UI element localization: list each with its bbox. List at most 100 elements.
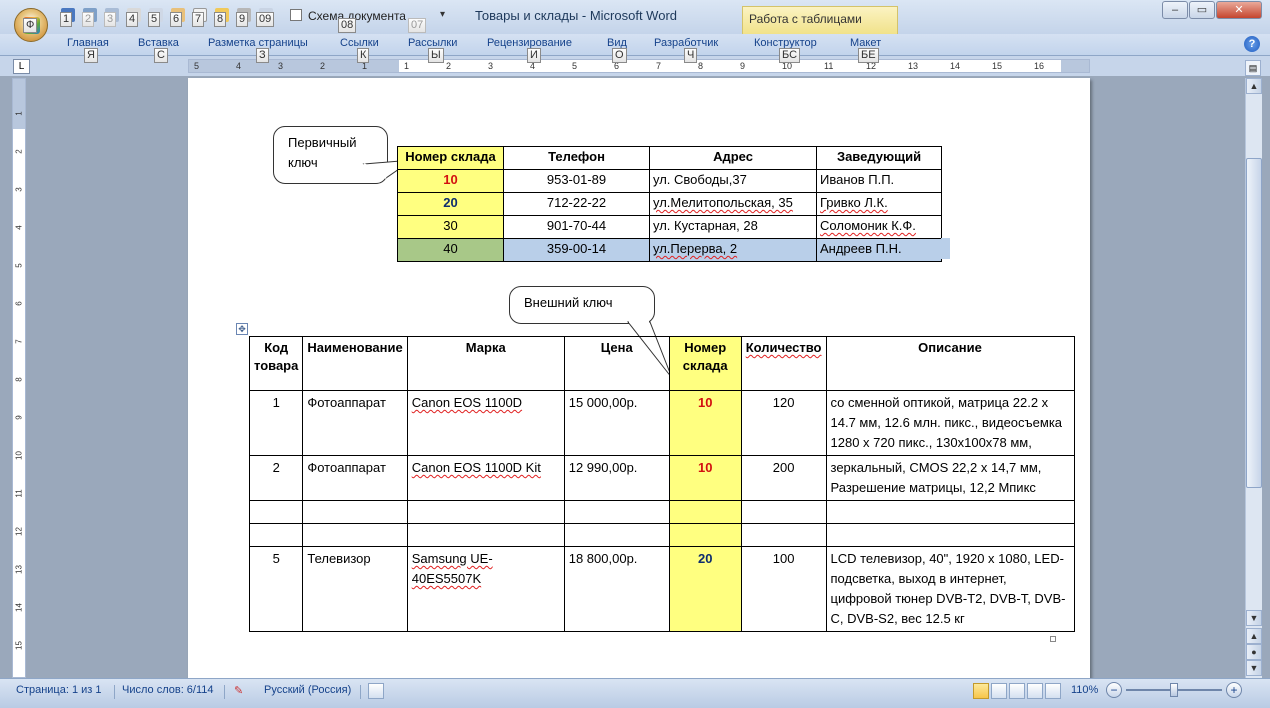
qat-preview-button[interactable]: 09 [256, 6, 276, 27]
qat-save-button[interactable]: 1 [58, 6, 78, 27]
table-header-cell[interactable]: Количество [740, 336, 827, 391]
table-cell[interactable]: Фотоаппарат [302, 455, 408, 501]
scroll-thumb[interactable] [1246, 158, 1262, 488]
table-cell[interactable] [302, 523, 408, 547]
table-cell[interactable]: Иванов П.П. [816, 169, 942, 193]
table-header-cell[interactable]: Описание [825, 336, 1075, 391]
table-cell[interactable]: Соломоник К.Ф. [816, 215, 942, 239]
proofing-icon[interactable]: ✎ [234, 684, 243, 697]
table-cell[interactable]: Canon EOS 1100D [406, 390, 565, 456]
table-header-cell[interactable]: Номер склада [668, 336, 742, 391]
table-cell[interactable]: 30 [397, 215, 504, 239]
table-header-cell[interactable]: Номер склада [397, 146, 504, 170]
table-cell[interactable] [825, 523, 1075, 547]
table-cell[interactable]: 712-22-22 [503, 192, 650, 216]
table-cell[interactable] [740, 523, 827, 547]
table-cell[interactable]: LCD телевизор, 40", 1920 x 1080, LED-под… [825, 546, 1075, 632]
zoom-slider-thumb[interactable] [1170, 683, 1178, 697]
page-count[interactable]: Страница: 1 из 1 [16, 684, 102, 696]
table-cell[interactable]: 20 [397, 192, 504, 216]
draft-view-button[interactable] [1045, 683, 1061, 699]
table-header-cell[interactable]: Марка [406, 336, 565, 391]
table-cell[interactable]: 953-01-89 [503, 169, 650, 193]
help-icon[interactable]: ? [1244, 36, 1260, 52]
select-browse-object-button[interactable]: ● [1246, 644, 1262, 660]
table-cell[interactable]: Samsung UE-40ES5507K [406, 546, 565, 632]
scroll-down-button[interactable]: ▼ [1246, 610, 1262, 626]
zoom-in-button[interactable]: + [1226, 682, 1242, 698]
vertical-scrollbar[interactable]: ▲ ▼ ▲ ● ▼ [1245, 78, 1262, 678]
table-cell[interactable]: 40 [397, 238, 504, 262]
table-cell[interactable]: 1 [248, 390, 304, 456]
table-header-cell[interactable]: Телефон [503, 146, 650, 170]
qat-spelling-button[interactable]: 4 [124, 6, 144, 27]
language-indicator[interactable]: Русский (Россия) [264, 684, 351, 696]
view-ruler-button[interactable]: ▤ [1245, 60, 1261, 76]
table-cell[interactable]: зеркальный, CMOS 22,2 x 14,7 мм, Разреше… [825, 455, 1075, 501]
qat-new-button[interactable]: 7 [190, 6, 210, 27]
table-cell[interactable] [302, 500, 408, 524]
table-cell[interactable]: 359-00-14 [503, 238, 650, 262]
table-header-cell[interactable]: Заведующий [816, 146, 942, 170]
table-cell[interactable] [406, 500, 565, 524]
table-cell[interactable]: Телевизор [302, 546, 408, 632]
maximize-button[interactable]: ▭ [1189, 1, 1215, 19]
qat-abc-button[interactable]: 5 [146, 6, 166, 27]
table-cell[interactable]: 901-70-44 [503, 215, 650, 239]
table-cell[interactable] [248, 500, 304, 524]
table-cell[interactable] [825, 500, 1075, 524]
close-button[interactable]: ✕ [1216, 1, 1262, 19]
table-cell[interactable]: 2 [248, 455, 304, 501]
table-cell[interactable] [563, 523, 670, 547]
table-cell[interactable]: 10 [397, 169, 504, 193]
table-cell[interactable]: ул. Свободы,37 [649, 169, 817, 193]
table-cell[interactable]: 20 [668, 546, 742, 632]
table-resize-handle[interactable] [1050, 636, 1056, 642]
table-cell[interactable]: Canon EOS 1100D Kit [406, 455, 565, 501]
qat-print-button[interactable]: 9 [234, 6, 254, 27]
office-button[interactable]: Ф [14, 8, 48, 42]
table-header-cell[interactable]: Цена [563, 336, 670, 391]
document-map-checkbox[interactable] [290, 9, 302, 21]
web-layout-view-button[interactable] [1009, 683, 1025, 699]
callout-foreign-key[interactable]: Внешний ключ [509, 286, 655, 324]
table-header-cell[interactable]: Наименование [302, 336, 408, 391]
table-cell[interactable] [740, 500, 827, 524]
tab-selector-button[interactable]: L [13, 59, 30, 74]
customize-qat-button[interactable]: ▾ [440, 9, 445, 20]
table-cell[interactable]: Андреев П.Н. [816, 238, 942, 262]
table-cell[interactable]: Гривко Л.К. [816, 192, 942, 216]
minimize-button[interactable]: – [1162, 1, 1188, 19]
table-cell[interactable]: 10 [668, 455, 742, 501]
table-cell[interactable] [248, 523, 304, 547]
outline-view-button[interactable] [1027, 683, 1043, 699]
table-cell[interactable] [668, 523, 742, 547]
table-move-handle[interactable]: ✥ [236, 323, 248, 335]
table-cell[interactable]: 200 [740, 455, 827, 501]
zoom-out-button[interactable]: − [1106, 682, 1122, 698]
table-cell[interactable]: 15 000,00р. [563, 390, 670, 456]
table-cell[interactable]: 12 990,00р. [563, 455, 670, 501]
next-page-button[interactable]: ▼ [1246, 660, 1262, 676]
qat-undo-button[interactable]: 2 [80, 6, 100, 27]
word-count[interactable]: Число слов: 6/114 [122, 684, 214, 696]
table-cell[interactable]: 120 [740, 390, 827, 456]
table-header-cell[interactable]: Код товара [248, 336, 304, 391]
qat-redo-button[interactable]: 3 [102, 6, 122, 27]
vertical-ruler[interactable]: 1 2 3 4 5 6 7 8 9 10 11 12 13 14 15 [12, 78, 26, 678]
table-cell[interactable]: 5 [248, 546, 304, 632]
full-screen-reading-view-button[interactable] [991, 683, 1007, 699]
table-cell[interactable] [563, 500, 670, 524]
table-cell[interactable]: Фотоаппарат [302, 390, 408, 456]
qat-draw-button[interactable]: 6 [168, 6, 188, 27]
scroll-up-button[interactable]: ▲ [1246, 78, 1262, 94]
table-cell[interactable]: ул.Перерва, 2 [649, 238, 817, 262]
qat-open-button[interactable]: 8 [212, 6, 232, 27]
print-layout-view-button[interactable] [973, 683, 989, 699]
horizontal-ruler[interactable]: 5 4 3 2 1 1 2 3 4 5 6 7 8 9 10 11 12 13 14 15 16 [188, 59, 1090, 73]
table-cell[interactable] [406, 523, 565, 547]
table-cell[interactable]: 100 [740, 546, 827, 632]
table-cell[interactable]: 18 800,00р. [563, 546, 670, 632]
table-cell[interactable] [668, 500, 742, 524]
table-cell[interactable]: 10 [668, 390, 742, 456]
